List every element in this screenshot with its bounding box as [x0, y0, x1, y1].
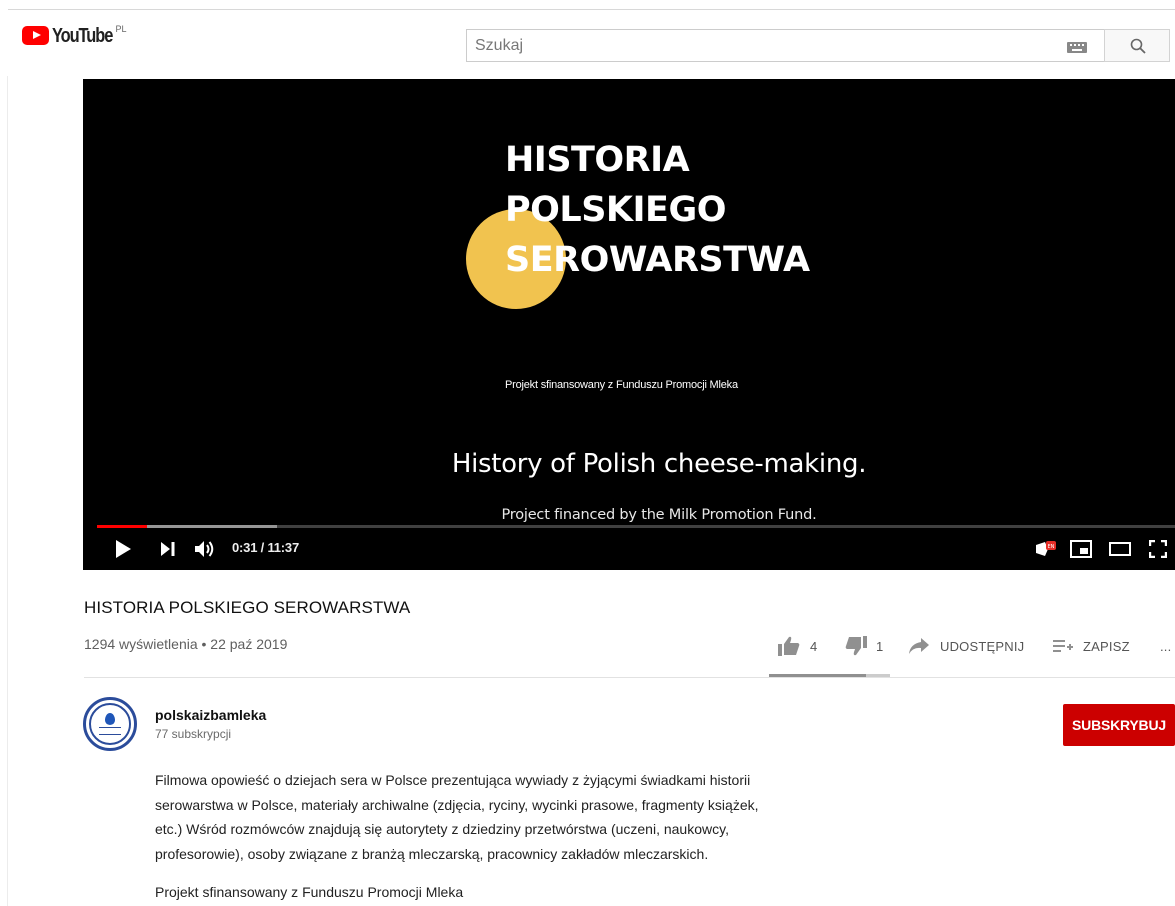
video-player[interactable]: HISTORIA POLSKIEGO SEROWARSTWA Projekt s… [83, 79, 1175, 570]
share-icon [909, 638, 929, 654]
thumbs-up-icon [778, 636, 800, 656]
miniplayer-icon [1070, 540, 1092, 558]
like-count: 4 [810, 638, 818, 654]
logo-wordmark: YouTube [52, 25, 113, 47]
theater-mode-button[interactable] [1107, 534, 1133, 564]
next-button[interactable] [157, 534, 179, 564]
youtube-play-logo-icon [22, 26, 49, 45]
share-label: UDOSTĘPNIJ [940, 638, 1025, 654]
fullscreen-icon [1149, 540, 1167, 558]
caption-line-2: Project financed by the Milk Promotion F… [501, 507, 817, 523]
search-icon [1130, 38, 1146, 54]
save-label: ZAPISZ [1083, 638, 1130, 654]
like-button[interactable]: 4 [778, 633, 817, 659]
video-meta: 1294 wyświetlenia • 22 paź 2019 [84, 636, 288, 652]
caption-line-1: History of Polish cheese-making. [451, 449, 867, 479]
dislike-count: 1 [876, 638, 884, 654]
slide-title: HISTORIA POLSKIEGO SEROWARSTWA [505, 140, 810, 280]
search-input[interactable] [467, 30, 1057, 61]
play-icon [116, 540, 131, 558]
channel-name[interactable]: polskaizbamleka [155, 707, 266, 723]
subtitles-icon: EN [1036, 541, 1056, 556]
description-paragraph-2: Projekt sfinansowany z Funduszu Promocji… [155, 884, 464, 900]
description-paragraph-1: Filmowa opowieść o dziejach sera w Polsc… [155, 772, 759, 862]
page-left-border [7, 76, 8, 906]
svg-text:EN: EN [1048, 544, 1055, 550]
subscribe-button[interactable]: SUBSKRYBUJ [1063, 704, 1175, 746]
video-description: Filmowa opowieść o dziejach sera w Polsc… [155, 768, 855, 900]
next-icon [161, 542, 175, 556]
top-divider [8, 9, 1175, 10]
miniplayer-button[interactable] [1068, 534, 1094, 564]
more-icon: ... [1160, 638, 1172, 654]
subscriber-count: 77 subskrypcji [155, 727, 232, 741]
video-title: HISTORIA POLSKIEGO SEROWARSTWA [84, 598, 411, 617]
add-to-playlist-icon [1053, 640, 1073, 652]
save-button[interactable]: ZAPISZ [1053, 633, 1130, 659]
country-code: PL [115, 24, 127, 34]
subtitles-button[interactable]: EN [1032, 534, 1058, 564]
info-divider [84, 677, 1175, 678]
progress-bar[interactable] [97, 525, 1175, 528]
player-controls: 0:31 / 11:37 EN [83, 534, 1175, 564]
play-button[interactable] [111, 534, 135, 564]
channel-avatar[interactable] [83, 697, 137, 751]
progress-played [97, 525, 147, 528]
fullscreen-button[interactable] [1145, 534, 1171, 564]
milk-drop-icon [105, 713, 115, 725]
volume-icon [195, 541, 214, 557]
slide-subtitle: Projekt sfinansowany z Funduszu Promocji… [505, 379, 738, 391]
volume-button[interactable] [193, 534, 219, 564]
thumbs-down-icon [845, 636, 867, 656]
youtube-logo[interactable]: YouTube PL [22, 24, 127, 47]
keyboard-icon[interactable] [1067, 42, 1087, 53]
more-actions-button[interactable]: ... [1160, 633, 1171, 659]
avatar-text-lines [99, 727, 121, 735]
share-button[interactable]: UDOSTĘPNIJ [909, 633, 1024, 659]
theater-icon [1109, 542, 1131, 556]
search-button[interactable] [1104, 29, 1170, 62]
time-display: 0:31 / 11:37 [232, 540, 299, 555]
search-box [466, 29, 1104, 62]
dislike-button[interactable]: 1 [845, 633, 883, 659]
avatar-emblem [89, 703, 131, 745]
